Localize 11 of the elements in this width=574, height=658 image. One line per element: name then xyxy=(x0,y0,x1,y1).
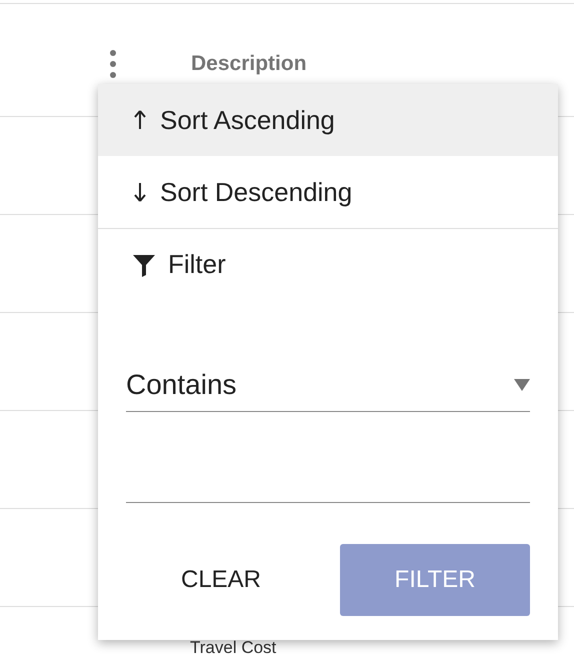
operator-dropdown[interactable]: Contains xyxy=(126,362,530,412)
more-options-icon[interactable] xyxy=(108,50,118,78)
table-cell: Travel Cost xyxy=(190,638,276,657)
dropdown-caret-icon xyxy=(514,378,530,390)
filter-label: Filter xyxy=(168,249,226,280)
menu-item[interactable]: Sort Descending xyxy=(98,156,558,228)
column-header: Description xyxy=(191,52,307,76)
arrow-up-icon xyxy=(134,110,146,130)
filter-icon xyxy=(132,252,156,276)
menu-item[interactable]: Sort Ascending xyxy=(98,84,558,156)
arrow-down-icon xyxy=(134,182,146,202)
